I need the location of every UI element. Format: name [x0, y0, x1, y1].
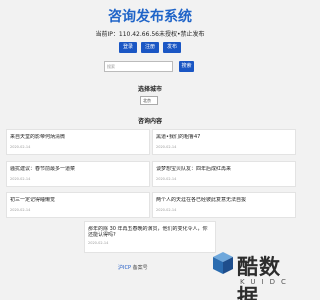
watermark-en-text: KUIDC	[240, 278, 292, 286]
list-item-title[interactable]: 初三一定记得睡懒觉	[10, 197, 146, 203]
list-item-title[interactable]: 谈梦想宝贝队友：四年后成红再来	[156, 166, 292, 172]
footer: 沪ICP 备案号	[118, 264, 148, 271]
publish-button[interactable]: 发布	[163, 42, 182, 53]
list-item-date: 2020-02-14	[10, 208, 31, 212]
list-item[interactable]: 谈梦想宝贝队友：四年后成红再来 2020-02-14	[152, 161, 296, 187]
city-select[interactable]: 北京	[140, 96, 158, 105]
list-item-title[interactable]: 黑道•我们的粗鲁47	[156, 134, 292, 140]
city-label: 选择城市	[137, 86, 162, 93]
list-item-date: 2020-02-14	[10, 177, 31, 181]
list-item[interactable]: 两个人的天涯在各已经彼此复意无法自拔 2020-02-14	[152, 192, 296, 218]
list-item[interactable]: 来自天堂的影帝何炳清微 2020-02-14	[6, 129, 150, 155]
register-button[interactable]: 注册	[140, 42, 159, 53]
list-item-date: 2020-02-14	[10, 145, 31, 149]
content-section-label: 咨询内容	[137, 118, 162, 125]
list-item[interactable]: 骚扰建议：春节前最多一道菜 2020-02-14	[6, 161, 150, 187]
list-item-date: 2020-02-14	[156, 177, 177, 181]
list-item-date: 2020-02-14	[156, 208, 177, 212]
list-item[interactable]: 那年的除 30 年再五春晚的演员，他们的变化令人，你还能认得吗? 2020-02…	[84, 221, 216, 253]
watermark-cn-text: 酷数据	[237, 255, 281, 300]
list-item-title[interactable]: 两个人的天涯在各已经彼此复意无法自拔	[156, 197, 292, 203]
list-item-title[interactable]: 骚扰建议：春节前最多一道菜	[10, 166, 146, 172]
cube-logo-icon	[213, 252, 233, 274]
watermark-logo: 酷数据 KUIDC	[210, 246, 300, 300]
list-item-date: 2020-02-14	[156, 145, 177, 149]
list-item[interactable]: 黑道•我们的粗鲁47 2020-02-14	[152, 129, 296, 155]
page-title: 咨询发布系统	[108, 9, 192, 25]
list-item-title[interactable]: 那年的除 30 年再五春晚的演员，他们的变化令人，你还能认得吗?	[88, 226, 212, 238]
icp-text: 备案号	[132, 265, 148, 271]
list-item-title[interactable]: 来自天堂的影帝何炳清微	[10, 134, 146, 140]
search-input[interactable]: 搜索	[104, 61, 173, 72]
ip-status-text: 当前IP：110.42.66.56未授权•禁止发布	[95, 31, 205, 38]
login-button[interactable]: 登录	[118, 42, 137, 53]
list-item[interactable]: 初三一定记得睡懒觉 2020-02-14	[6, 192, 150, 218]
search-bar: 搜索 搜索	[104, 61, 194, 72]
search-button[interactable]: 搜索	[179, 61, 194, 72]
action-buttons: 登录 注册 发布	[0, 42, 300, 53]
icp-link[interactable]: 沪ICP	[118, 265, 131, 271]
list-item-date: 2020-02-14	[88, 241, 109, 245]
